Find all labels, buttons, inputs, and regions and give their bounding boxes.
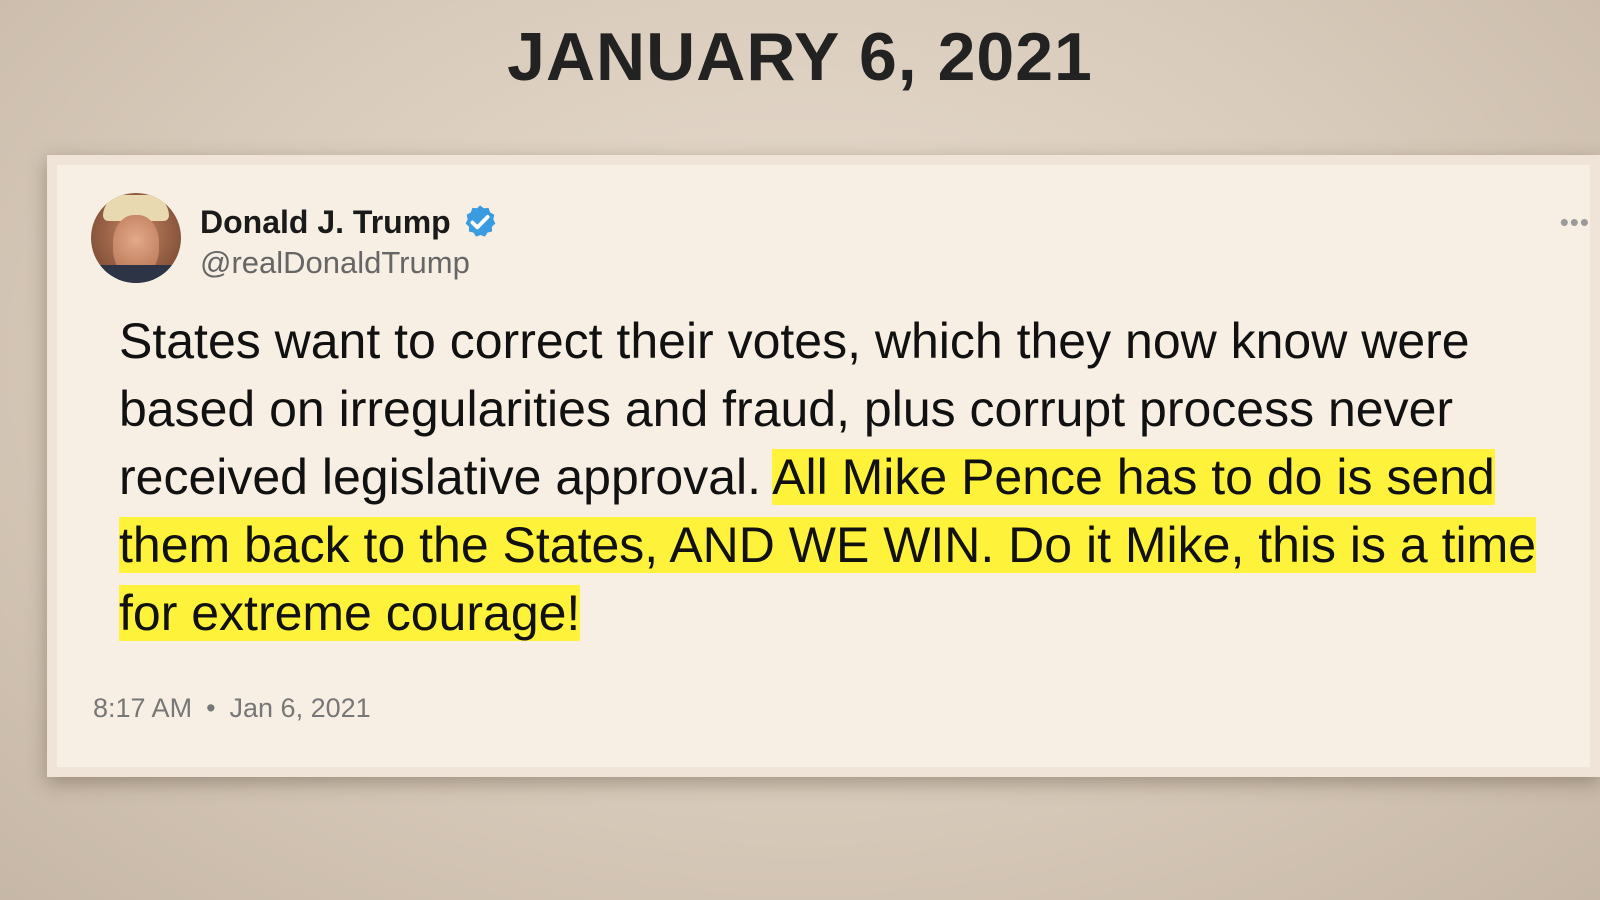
page-title: JANUARY 6, 2021 xyxy=(507,19,1093,95)
more-options-icon[interactable]: ••• xyxy=(1560,207,1590,238)
author-handle[interactable]: @realDonaldTrump xyxy=(200,245,470,281)
tweet-card: Donald J. Trump @realDonaldTrump ••• Sta… xyxy=(47,155,1600,777)
avatar[interactable] xyxy=(91,193,181,283)
tweet-text: States want to correct their votes, whic… xyxy=(119,307,1569,647)
avatar-suit xyxy=(91,265,181,283)
tweet-time: 8:17 AM xyxy=(93,693,193,723)
timestamp-separator: • xyxy=(206,693,216,723)
tweet-date: Jan 6, 2021 xyxy=(229,693,371,723)
tweet-timestamp[interactable]: 8:17 AM • Jan 6, 2021 xyxy=(93,693,371,724)
author-display-name[interactable]: Donald J. Trump xyxy=(200,204,451,241)
author-row: Donald J. Trump xyxy=(200,203,499,241)
verified-badge-icon xyxy=(465,205,496,237)
